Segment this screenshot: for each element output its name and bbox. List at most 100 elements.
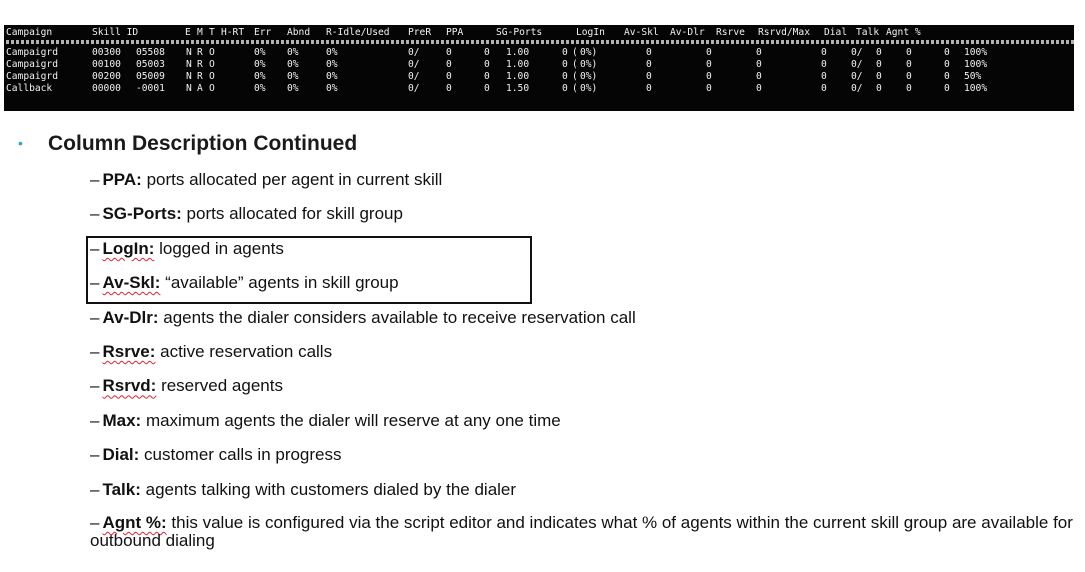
terminal-cell: 0 — [484, 47, 490, 58]
terminal-cell: 0% — [254, 59, 266, 70]
terminal-cell: 0 — [756, 71, 762, 82]
terminal-cell: 0% — [326, 47, 338, 58]
terminal-cell: ( — [572, 47, 578, 58]
terminal-header-cell: Av-Dlr — [670, 27, 705, 38]
terminal-cell: Campaigrd — [6, 59, 58, 70]
terminal-cell: 0 — [706, 71, 712, 82]
terminal-cell: N — [186, 59, 192, 70]
terminal-cell: 0 — [821, 71, 827, 82]
terminal-cell: 0 — [706, 59, 712, 70]
description-item: – Talk: agents talking with customers dia… — [90, 480, 1080, 500]
description-item: – Agnt %: this value is configured via th… — [90, 512, 1080, 550]
terminal-header-cell: Talk — [856, 27, 880, 38]
description-term: Dial: — [102, 445, 140, 465]
terminal-cell: 0 — [906, 83, 912, 94]
dash-marker: – — [90, 170, 100, 189]
terminal-cell: 05009 — [136, 71, 165, 82]
description-term: Rsrve: — [102, 341, 156, 361]
description-text: maximum agents the dialer will reserve a… — [145, 410, 561, 430]
terminal-header-cell: M — [197, 27, 203, 38]
terminal-row: Callback 00000 -0001 N A O 0% 0% 0% 0/0 0 1.50 0(0%)… — [6, 83, 1074, 95]
terminal-cell: 0 — [646, 71, 652, 82]
dash-marker: – — [90, 376, 100, 396]
description-text: customer calls in progress — [144, 445, 342, 465]
terminal-cell: ( — [572, 59, 578, 70]
terminal-header-cell: T — [209, 27, 215, 38]
terminal-cell: 1.50 — [506, 83, 530, 94]
description-item: – Av-Dlr: agents the dialer considers ava… — [90, 308, 1080, 328]
terminal-cell: N — [186, 71, 192, 82]
terminal-cell: 100% — [964, 59, 988, 70]
description-text: this value is configured via the script … — [90, 512, 1073, 550]
description-text: agents the dialer considers available to… — [163, 307, 636, 327]
description-text: logged in agents — [159, 238, 284, 258]
terminal-cell: 0 — [446, 83, 452, 94]
terminal-cell: 0%) — [580, 47, 598, 58]
terminal-cell: 0 — [756, 47, 762, 58]
description-term: Max: — [102, 410, 142, 430]
dash-marker: – — [90, 238, 100, 258]
terminal-cell: 0 — [562, 83, 568, 94]
description-text: reserved agents — [161, 376, 283, 396]
description-term: Av-Skl: — [102, 273, 161, 293]
terminal-header-cell: LogIn — [576, 27, 605, 38]
dash-marker: – — [90, 307, 100, 327]
terminal-cell: 0 — [646, 47, 652, 58]
terminal-cell: 0 — [706, 83, 712, 94]
terminal-body: Campaigrd 00300 05508 N R O 0% 0% 0% 0/0 0 1.00 0(0%… — [6, 47, 1074, 95]
terminal-cell: R — [197, 71, 203, 82]
terminal-cell: 0/ — [851, 47, 863, 58]
terminal-cell: 0/ — [851, 71, 863, 82]
terminal-cell: 0 — [484, 71, 490, 82]
terminal-cell: 0 — [484, 83, 490, 94]
terminal-header-cell: SG-Ports — [496, 27, 543, 38]
description-term: LogIn: — [102, 238, 155, 258]
terminal-row: Campaigrd 00300 05508 N R O 0% 0% 0% 0/0 0 1.00 0 (0%… — [6, 47, 1074, 59]
description-item: – SG-Ports: ports allocated for skill gro… — [90, 204, 1080, 224]
terminal-cell: 0 — [646, 59, 652, 70]
terminal-header-cell: Abnd — [287, 27, 311, 38]
terminal-cell: 0/ — [408, 83, 420, 94]
terminal-cell: 0% — [326, 83, 338, 94]
terminal-cell: 1.00 — [506, 47, 530, 58]
terminal-header-cell: R-Idle/Used — [326, 27, 390, 38]
terminal-cell: 0% — [254, 71, 266, 82]
terminal-cell: 0/ — [851, 59, 863, 70]
terminal-cell: 0 — [944, 71, 950, 82]
description-item: – Av-Skl: “available” agents in skill gro… — [90, 273, 1080, 293]
terminal-cell: 0% — [287, 83, 299, 94]
description-term: Rsrvd: — [102, 376, 157, 396]
terminal-cell: 0 — [562, 71, 568, 82]
terminal-header-cell: PreR — [408, 27, 432, 38]
terminal-cell: 0 — [706, 47, 712, 58]
terminal-cell: Campaigrd — [6, 71, 58, 82]
description-text: ports allocated per agent in current ski… — [146, 170, 443, 189]
terminal-output: Campaign Skill ID E M T H-RT Err Abnd R-Idle/Use… — [4, 25, 1074, 111]
terminal-cell: 0% — [254, 47, 266, 58]
terminal-header-cell: E — [185, 27, 191, 38]
terminal-cell: 05003 — [136, 59, 165, 70]
description-item: – PPA: ports allocated per agent in curre… — [90, 170, 1080, 190]
terminal-cell: 0 — [906, 47, 912, 58]
terminal-cell: 0% — [326, 71, 338, 82]
terminal-cell: 0 — [446, 47, 452, 58]
terminal-cell: 0 — [876, 47, 882, 58]
column-description-list: – PPA: ports allocated per agent in curre… — [90, 170, 1080, 564]
terminal-cell: 0 — [446, 71, 452, 82]
terminal-cell: 0% — [287, 71, 299, 82]
description-text: ports allocated for skill group — [186, 204, 403, 224]
description-text: active reservation calls — [160, 341, 333, 361]
description-term: Talk: — [102, 479, 141, 499]
terminal-cell: 0%) — [580, 83, 598, 94]
terminal-cell: 0% — [287, 47, 299, 58]
terminal-cell: ( — [572, 71, 578, 82]
terminal-header-cell: Rsrvd/Max — [758, 27, 810, 38]
terminal-cell: 0/ — [408, 71, 420, 82]
terminal-cell: 0 — [944, 47, 950, 58]
description-term: Agnt %: — [102, 512, 167, 532]
terminal-cell: 0 — [562, 59, 568, 70]
description-item: – Rsrve: active reservation calls — [90, 342, 1080, 362]
description-term: PPA: — [102, 170, 142, 189]
terminal-cell: O — [209, 83, 215, 94]
terminal-cell: 00300 — [92, 47, 121, 58]
